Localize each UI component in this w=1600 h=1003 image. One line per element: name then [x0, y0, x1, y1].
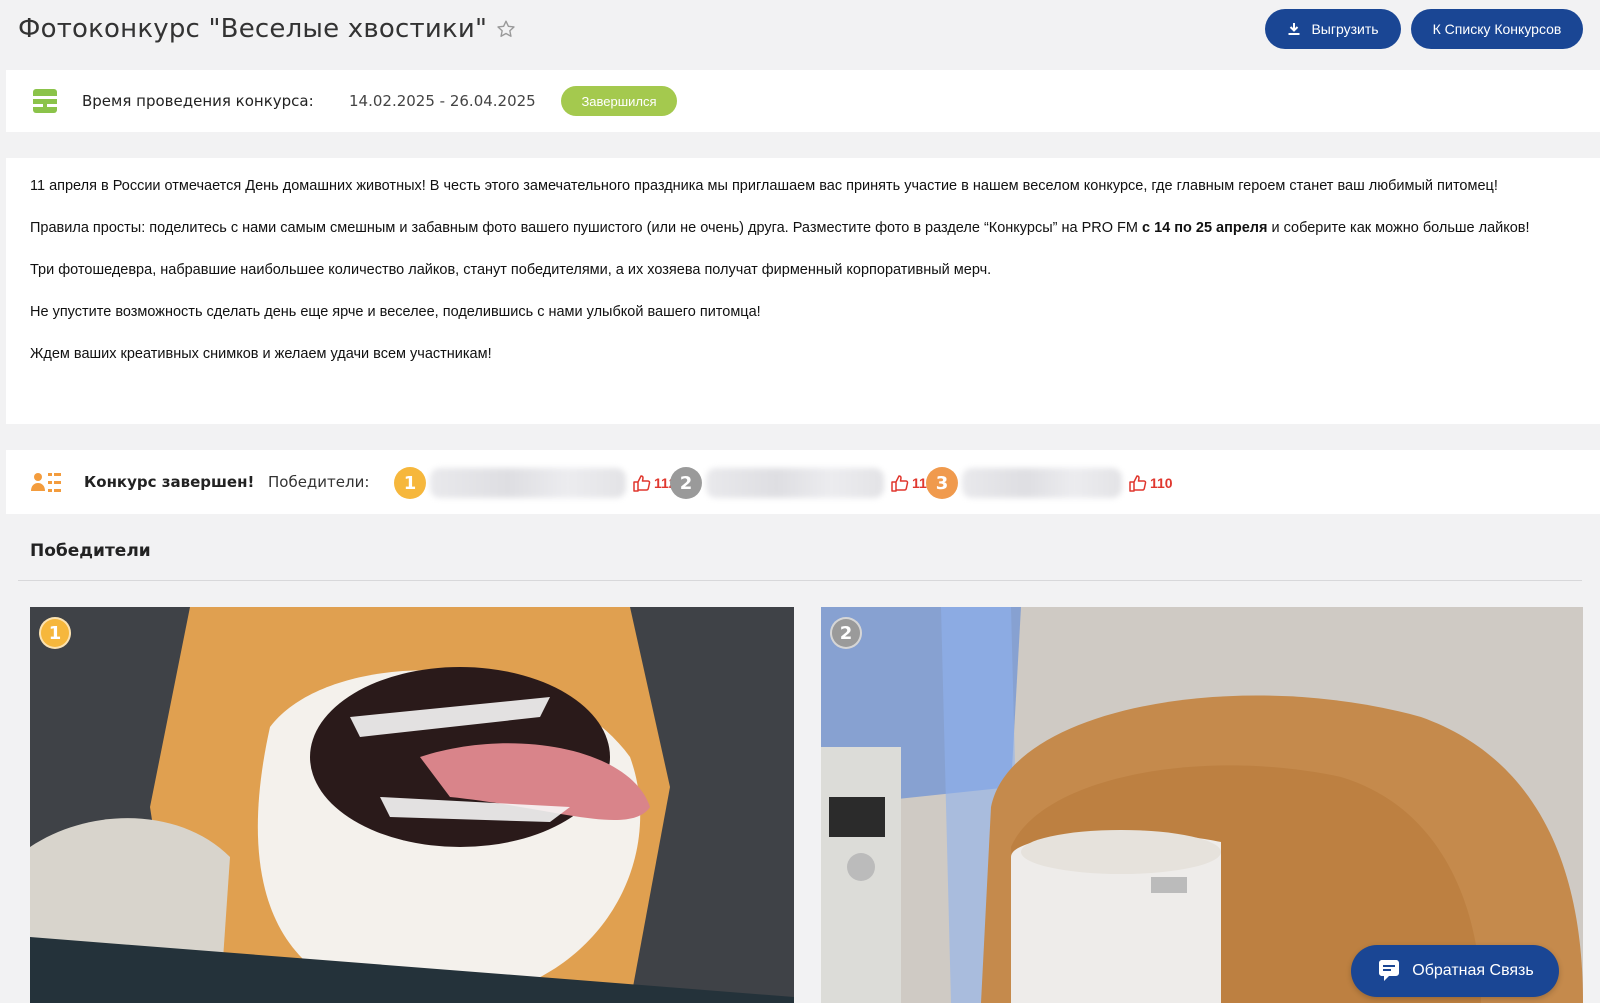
place-badge: 1 — [394, 467, 426, 499]
dog-photo-icon — [30, 607, 794, 1003]
ranking-list-icon — [31, 473, 61, 492]
contest-description: 11 апреля в России отмечается День домаш… — [6, 158, 1600, 424]
export-button-label: Выгрузить — [1311, 21, 1379, 37]
winners-label: Победители: — [268, 473, 370, 491]
description-text: и соберите как можно больше лайков! — [1267, 220, 1530, 236]
download-icon — [1288, 23, 1300, 35]
blurred-winner-name — [962, 468, 1122, 498]
feedback-button-label: Обратная Связь — [1412, 962, 1534, 979]
winner-entry[interactable]: 2 111 — [670, 466, 934, 500]
thumbs-up-icon — [891, 475, 909, 492]
calendar-icon — [33, 89, 57, 113]
winner-photo[interactable]: 2 — [821, 607, 1583, 1003]
winners-section-title: Победители — [30, 541, 151, 561]
description-text: Правила просты: поделитесь с нами самым … — [30, 220, 1142, 236]
blurred-winner-name — [706, 468, 884, 498]
page-title-text: Фотоконкурс "Веселые хвостики" — [18, 14, 488, 44]
like-count: 110 — [1150, 475, 1173, 491]
description-paragraph: Три фотошедевра, набравшие наибольшее ко… — [30, 262, 992, 278]
divider — [18, 580, 1582, 581]
chat-icon — [1379, 960, 1400, 981]
cat-photo-icon — [821, 607, 1583, 1003]
place-badge: 2 — [670, 467, 702, 499]
blurred-winner-name — [430, 468, 626, 498]
result-title: Конкурс завершен! — [84, 473, 255, 491]
dates-label: Время проведения конкурса: — [82, 92, 314, 110]
export-button[interactable]: Выгрузить — [1265, 9, 1401, 49]
description-dates-bold: с 14 по 25 апреля — [1142, 220, 1268, 236]
winner-photo[interactable]: 1 — [30, 607, 794, 1003]
thumbs-up-icon — [633, 475, 651, 492]
photo-place-badge: 1 — [39, 617, 71, 649]
status-badge: Завершился — [561, 86, 677, 116]
description-paragraph: Не упустите возможность сделать день еще… — [30, 304, 761, 320]
contest-dates-card: Время проведения конкурса: 14.02.2025 - … — [6, 70, 1600, 132]
page-header: Фотоконкурс "Веселые хвостики" Выгрузить… — [0, 0, 1600, 68]
winner-entry[interactable]: 3 110 — [926, 466, 1173, 500]
photo-place-badge: 2 — [830, 617, 862, 649]
description-paragraph: 11 апреля в России отмечается День домаш… — [30, 178, 1498, 194]
thumbs-up-icon — [1129, 475, 1147, 492]
place-badge: 3 — [926, 467, 958, 499]
description-paragraph: Правила просты: поделитесь с нами самым … — [30, 218, 1576, 239]
back-to-list-button[interactable]: К Списку Конкурсов — [1411, 9, 1583, 49]
star-icon[interactable] — [495, 18, 517, 40]
page-title: Фотоконкурс "Веселые хвостики" — [18, 14, 517, 44]
feedback-button[interactable]: Обратная Связь — [1351, 945, 1559, 997]
description-paragraph: Ждем ваших креативных снимков и желаем у… — [30, 346, 492, 362]
contest-result-card: Конкурс завершен! Победители: 1 112 2 11… — [6, 450, 1600, 514]
winner-entry[interactable]: 1 112 — [394, 466, 677, 500]
dates-value: 14.02.2025 - 26.04.2025 — [349, 92, 536, 110]
